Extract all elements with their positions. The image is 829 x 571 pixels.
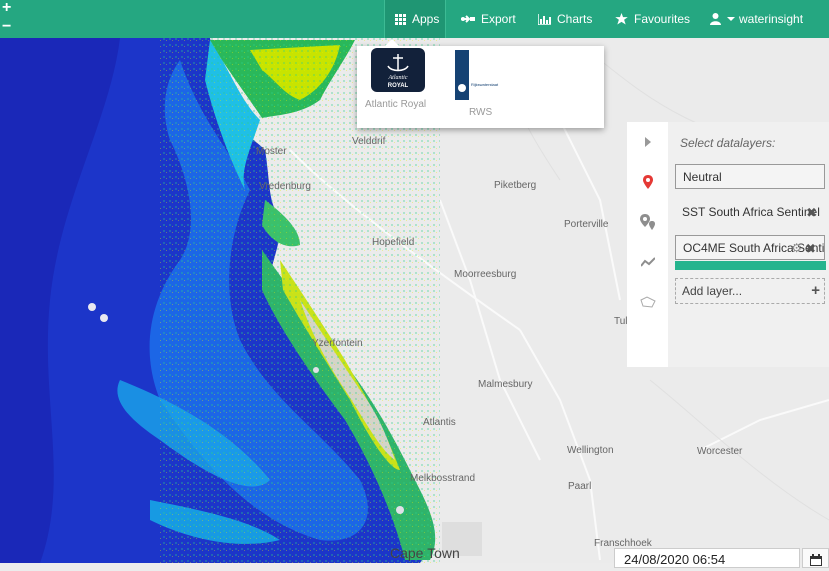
place-label: Moster xyxy=(256,146,287,157)
place-label: Paarl xyxy=(568,481,592,492)
panel-title: Select datalayers: xyxy=(680,136,776,150)
calendar-button[interactable] xyxy=(802,548,829,568)
layer-oc4me[interactable]: OC4ME South Africa Sentinel ⚙ ✖ xyxy=(675,235,825,260)
grid-icon xyxy=(395,13,406,25)
datalayers-panel: Select datalayers: Neutral SST South Afr… xyxy=(668,122,829,367)
place-label: Moorreesburg xyxy=(454,269,517,280)
date-value: 24/08/2020 06:54 xyxy=(624,552,726,567)
zoom-out-button[interactable]: − xyxy=(2,19,11,35)
layer-sst[interactable]: SST South Africa Sentinel ✖ xyxy=(675,200,825,225)
plus-icon: + xyxy=(811,282,820,299)
export-button[interactable]: Export xyxy=(461,0,516,38)
user-icon xyxy=(710,13,721,25)
apps-menu-button[interactable]: Apps xyxy=(384,0,446,38)
single-location-button[interactable] xyxy=(627,162,668,202)
collapse-panel-button[interactable] xyxy=(627,122,668,162)
star-icon xyxy=(615,13,628,25)
layer-label: OC4ME South Africa Sentinel xyxy=(683,241,825,255)
favourites-label: Favourites xyxy=(634,12,691,26)
apps-label: Apps xyxy=(412,12,440,26)
place-label: Hopefield xyxy=(372,237,415,248)
user-menu-button[interactable]: waterinsight xyxy=(710,0,803,38)
rijkswaterstaat-logo: Rijkswaterstaat xyxy=(455,50,499,100)
layer-neutral[interactable]: Neutral xyxy=(675,164,825,189)
layer-label: Neutral xyxy=(683,170,722,184)
favourites-button[interactable]: Favourites xyxy=(615,0,690,38)
caret-down-icon xyxy=(727,17,735,21)
rws-label[interactable]: RWS xyxy=(469,107,492,118)
export-label: Export xyxy=(481,12,516,26)
calendar-icon xyxy=(810,554,822,566)
add-layer-button[interactable]: Add layer... + xyxy=(675,278,825,304)
place-label: Atlantis xyxy=(423,417,456,428)
export-icon xyxy=(461,15,475,23)
layer-label: SST South Africa Sentinel xyxy=(682,205,820,219)
zoom-in-button[interactable]: + xyxy=(2,0,11,16)
place-label: Piketberg xyxy=(494,180,537,191)
map-marker-icon xyxy=(642,175,653,189)
charts-button[interactable]: Charts xyxy=(538,0,592,38)
place-label: Porterville xyxy=(564,219,609,230)
svg-text:ROYAL: ROYAL xyxy=(388,83,409,89)
atlantic-royal-app[interactable]: Atlantic ROYAL xyxy=(371,48,425,92)
map-markers-icon xyxy=(639,214,655,230)
atlantic-royal-logo: Atlantic ROYAL xyxy=(387,54,409,89)
add-layer-label: Add layer... xyxy=(682,284,743,298)
remove-layer-icon[interactable]: ✖ xyxy=(806,200,817,225)
multi-location-button[interactable] xyxy=(627,202,668,242)
layers-sidebar xyxy=(627,122,669,367)
place-label: Vredenburg xyxy=(259,181,311,192)
svg-text:Atlantic: Atlantic xyxy=(388,75,408,81)
polygon-button[interactable] xyxy=(627,282,668,322)
place-label: Wellington xyxy=(567,445,614,456)
date-input[interactable]: 24/08/2020 06:54 xyxy=(614,548,800,568)
line-chart-icon xyxy=(640,257,655,267)
chevron-right-icon xyxy=(644,137,651,147)
layer-color-legend xyxy=(675,261,826,270)
place-label: Cape Town xyxy=(390,545,460,561)
place-label: Malmesbury xyxy=(478,379,533,390)
place-label: Yzerfontein xyxy=(312,338,363,349)
rws-app[interactable]: Rijkswaterstaat xyxy=(453,50,511,100)
svg-text:Rijkswaterstaat: Rijkswaterstaat xyxy=(471,82,499,87)
charts-label: Charts xyxy=(557,12,593,26)
place-label: Worcester xyxy=(697,446,743,457)
user-name: waterinsight xyxy=(739,12,804,26)
place-label: Velddrif xyxy=(352,136,386,147)
remove-layer-icon[interactable]: ✖ xyxy=(805,236,816,259)
apps-dropdown: Atlantic ROYAL Atlantic Royal Rijkswater… xyxy=(357,39,604,128)
bar-chart-icon xyxy=(538,13,551,25)
top-navbar: + − Apps Export Charts Favourites wateri… xyxy=(0,0,829,38)
timeseries-button[interactable] xyxy=(627,242,668,282)
settings-gear-icon[interactable]: ⚙ xyxy=(791,236,802,259)
polygon-icon xyxy=(639,296,656,308)
place-label: Melkbosstrand xyxy=(410,473,476,484)
atlantic-royal-label[interactable]: Atlantic Royal xyxy=(365,99,426,110)
